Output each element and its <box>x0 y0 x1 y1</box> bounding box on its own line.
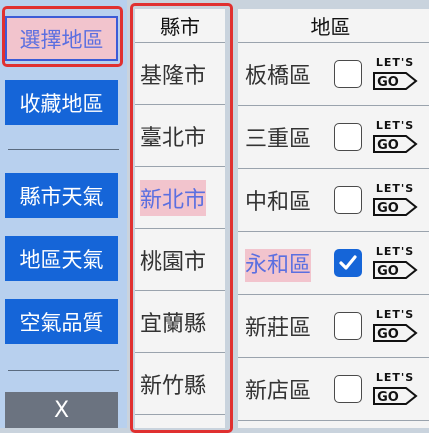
city-list: 縣市 基隆市臺北市新北市桃園市宜蘭縣新竹縣 <box>135 9 225 428</box>
go-text: GO <box>377 75 399 90</box>
lets-go-button[interactable]: LET'S GO <box>371 306 419 346</box>
favorites-button[interactable]: 收藏地區 <box>5 80 118 125</box>
go-text: GO <box>377 201 399 216</box>
city-item-label: 新竹縣 <box>140 373 207 399</box>
district-item: 板橋區 LET'S GO <box>238 43 429 106</box>
lets-go-text: LET'S <box>375 181 415 195</box>
close-button[interactable]: X <box>5 392 118 428</box>
favorite-checkbox[interactable] <box>334 375 362 403</box>
go-arrow-icon: GO <box>373 386 418 405</box>
district-item: 中和區 LET'S GO <box>238 169 429 232</box>
sidebar: 選擇地區 收藏地區 縣市天氣 地區天氣 空氣品質 X <box>0 0 127 428</box>
lets-go-text: LET'S <box>375 118 415 132</box>
district-list: 地區 板橋區 LET'S GO 三重區 LET'S GO 中和區 LET'S GO 永和區 LET'… <box>238 9 429 428</box>
lets-go-text: LET'S <box>375 244 415 258</box>
go-arrow-icon: GO <box>373 71 418 90</box>
city-item[interactable]: 基隆市 <box>135 43 225 105</box>
lets-go-button[interactable]: LET'S GO <box>371 117 419 157</box>
favorite-checkbox[interactable] <box>334 123 362 151</box>
district-item: 新店區 LET'S GO <box>238 358 429 421</box>
sidebar-divider <box>8 149 119 150</box>
district-item-label: 新莊區 <box>245 310 328 342</box>
city-item[interactable]: 桃園市 <box>135 229 225 291</box>
go-arrow-icon: GO <box>373 260 418 279</box>
checkmark-icon <box>339 255 357 270</box>
city-weather-button[interactable]: 縣市天氣 <box>5 173 118 218</box>
district-item-label: 中和區 <box>245 184 328 216</box>
lets-go-button[interactable]: LET'S GO <box>371 54 419 94</box>
district-item: 新莊區 LET'S GO <box>238 295 429 358</box>
lets-go-button[interactable]: LET'S GO <box>371 369 419 409</box>
city-item[interactable]: 臺北市 <box>135 105 225 167</box>
go-text: GO <box>377 264 399 279</box>
go-arrow-icon: GO <box>373 197 418 216</box>
district-item-text: 板橋區 <box>245 64 312 89</box>
district-item-text: 新店區 <box>245 379 312 404</box>
favorite-checkbox[interactable] <box>334 186 362 214</box>
district-item-label: 板橋區 <box>245 58 328 90</box>
go-text: GO <box>377 138 399 153</box>
go-text: GO <box>377 327 399 342</box>
city-item[interactable]: 宜蘭縣 <box>135 291 225 353</box>
district-column-header: 地區 <box>238 9 429 43</box>
sidebar-divider <box>8 370 119 371</box>
district-item-text: 新莊區 <box>245 316 312 341</box>
select-region-button[interactable]: 選擇地區 <box>5 16 118 61</box>
favorite-checkbox[interactable] <box>334 249 362 277</box>
district-item-text: 中和區 <box>245 190 312 215</box>
district-item-label: 永和區 <box>245 247 328 282</box>
lets-go-text: LET'S <box>375 55 415 69</box>
city-item-label: 臺北市 <box>140 125 207 151</box>
district-item-text: 三重區 <box>245 127 312 152</box>
district-item: 三重區 LET'S GO <box>238 106 429 169</box>
lets-go-text: LET'S <box>375 370 415 384</box>
favorite-checkbox[interactable] <box>334 312 362 340</box>
go-text: GO <box>377 390 399 405</box>
lets-go-button[interactable]: LET'S GO <box>371 180 419 220</box>
air-quality-button[interactable]: 空氣品質 <box>5 299 118 344</box>
district-item: 永和區 LET'S GO <box>238 232 429 295</box>
go-arrow-icon: GO <box>373 323 418 342</box>
go-arrow-icon: GO <box>373 134 418 153</box>
city-item-label: 桃園市 <box>140 249 207 275</box>
region-weather-button[interactable]: 地區天氣 <box>5 236 118 281</box>
district-item-text: 永和區 <box>245 249 312 282</box>
city-item-label: 新北市 <box>140 179 207 216</box>
favorite-checkbox[interactable] <box>334 60 362 88</box>
lets-go-text: LET'S <box>375 307 415 321</box>
district-item-label: 三重區 <box>245 121 328 153</box>
district-item-label: 新店區 <box>245 373 328 405</box>
city-item-label: 基隆市 <box>140 63 207 89</box>
city-item[interactable]: 新北市 <box>135 167 225 229</box>
lets-go-button[interactable]: LET'S GO <box>371 243 419 283</box>
city-column-header: 縣市 <box>135 9 225 43</box>
city-item-label: 宜蘭縣 <box>140 311 207 337</box>
city-item[interactable]: 新竹縣 <box>135 353 225 415</box>
